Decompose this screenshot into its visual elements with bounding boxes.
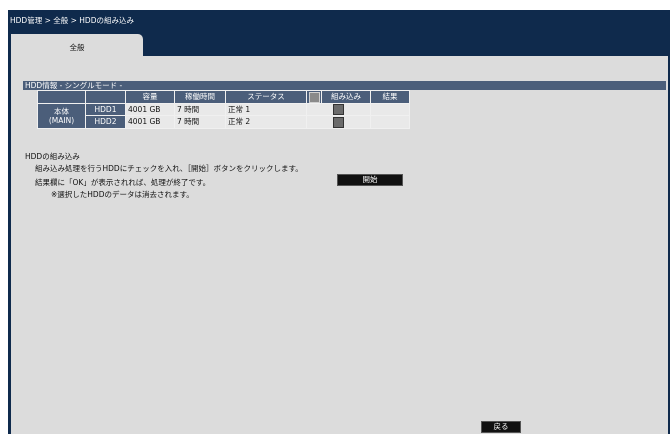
hdd-status: 正常 1 (225, 102, 307, 116)
main-unit-label-line2: (MAIN) (48, 115, 75, 125)
header-select-all-checkbox[interactable] (306, 90, 322, 104)
table-row: HDD2 4001 GB 7 時間 正常 2 (38, 115, 410, 129)
hdd-uptime: 7 時間 (174, 115, 226, 129)
hdd-capacity: 4001 GB (125, 102, 175, 116)
hdd-result (370, 102, 410, 116)
start-button[interactable]: 開始 (337, 174, 403, 186)
section-header: HDD情報 - シングルモード - (23, 81, 666, 90)
hdd-name: HDD2 (85, 115, 126, 129)
hdd-uptime: 7 時間 (174, 102, 226, 116)
header-capacity: 容量 (125, 90, 175, 104)
tab-label: 全般 (69, 43, 85, 52)
checkbox-icon (308, 91, 320, 103)
instructions-line: 結果欄に「OK」が表示されれば、処理が終了です。 (35, 178, 211, 187)
hdd-status: 正常 2 (225, 115, 307, 129)
table-header-row: 容量 稼働時間 ステータス 組み込み 結果 (37, 90, 410, 104)
breadcrumb: HDD管理 > 全般 > HDDの組み込み (10, 16, 134, 25)
main-unit-label: 本体 (MAIN) (37, 102, 86, 129)
instructions-line: 組み込み処理を行うHDDにチェックを入れ、［開始］ボタンをクリックします。 (35, 164, 303, 173)
header-result: 結果 (370, 90, 410, 104)
header-blank (37, 90, 86, 104)
hdd-capacity: 4001 GB (125, 115, 175, 129)
hdd-table: 容量 稼働時間 ステータス 組み込み 結果 本体 (MAIN) HDD1 400… (37, 90, 410, 129)
hdd2-incorporate-checkbox[interactable] (333, 116, 344, 128)
section-title: HDD情報 - シングルモード - (25, 81, 123, 90)
instructions-note: ※選択したHDDのデータは消去されます。 (51, 190, 194, 199)
tab-general[interactable]: 全般 (11, 34, 143, 57)
header-incorporate: 組み込み (321, 90, 371, 104)
hdd-result (370, 115, 410, 129)
main-panel: HDD情報 - シングルモード - 容量 稼働時間 ステータス 組み込み 結果 … (11, 56, 668, 434)
main-unit-label-line1: 本体 (54, 106, 69, 116)
hdd1-incorporate-checkbox[interactable] (333, 104, 344, 115)
table-row: 本体 (MAIN) HDD1 4001 GB 7 時間 正常 1 (37, 102, 410, 129)
instructions-title: HDDの組み込み (25, 152, 80, 161)
header-status: ステータス (225, 90, 307, 104)
header-blank (85, 90, 126, 104)
hdd1-incorporate-cell (306, 102, 371, 116)
window-frame: HDD管理 > 全般 > HDDの組み込み 全般 HDD情報 - シングルモード… (8, 10, 670, 434)
header-uptime: 稼働時間 (174, 90, 226, 104)
hdd2-incorporate-cell (306, 115, 371, 129)
back-button[interactable]: 戻る (481, 421, 521, 433)
hdd-name: HDD1 (85, 102, 126, 116)
